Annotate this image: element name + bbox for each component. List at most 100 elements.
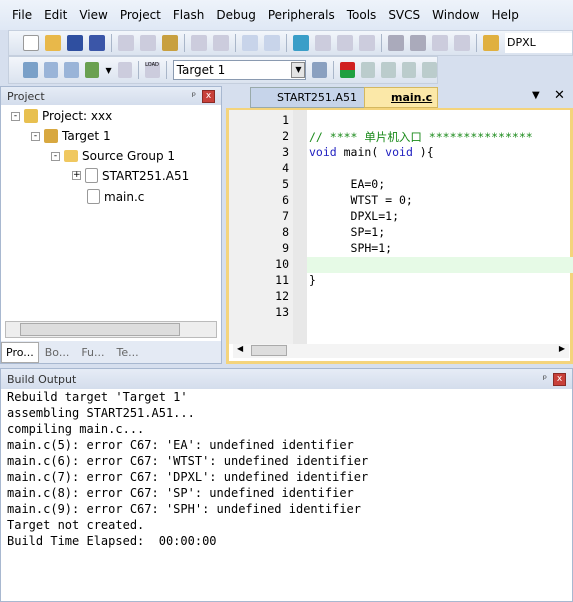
code-text: }: [309, 273, 316, 287]
scrollbar-thumb[interactable]: [20, 323, 180, 336]
horizontal-scrollbar[interactable]: [5, 321, 217, 338]
redo-icon[interactable]: [213, 35, 229, 51]
select-packs-icon[interactable]: [381, 62, 396, 78]
menu-peripherals[interactable]: Peripherals: [268, 8, 335, 22]
code-line[interactable]: 2 // **** 单片机入口 ***************: [229, 129, 573, 145]
chevron-down-icon[interactable]: ▼: [291, 62, 306, 78]
tab-functions[interactable]: Fu...: [75, 343, 110, 362]
pack-installer-icon[interactable]: [401, 62, 417, 78]
undo-icon[interactable]: [191, 35, 207, 51]
line-number: 3: [282, 145, 289, 159]
code-line[interactable]: 3 void main( void ){: [229, 145, 573, 161]
code-text: SP=1;: [309, 225, 386, 239]
tab-books[interactable]: Bo...: [39, 343, 76, 362]
tree-item-project[interactable]: - Project: xxx: [11, 109, 112, 123]
cut-icon[interactable]: [118, 35, 134, 51]
code-line[interactable]: 5 EA=0;: [229, 177, 573, 193]
uncomment-icon[interactable]: [454, 35, 470, 51]
menu-project[interactable]: Project: [120, 8, 161, 22]
back-icon[interactable]: [242, 35, 258, 51]
scroll-left-icon[interactable]: ◀: [237, 344, 243, 353]
paste-icon[interactable]: [162, 35, 178, 51]
line-number: 9: [282, 241, 289, 255]
code-line[interactable]: 4: [229, 161, 573, 177]
menu-debug[interactable]: Debug: [216, 8, 255, 22]
code-line[interactable]: 7 DPXL=1;: [229, 209, 573, 225]
find-in-files-icon[interactable]: [483, 35, 499, 51]
close-icon[interactable]: x: [553, 372, 566, 386]
tree-label: START251.A51: [102, 168, 190, 183]
chevron-down-icon[interactable]: ▼: [105, 66, 111, 75]
indent-icon[interactable]: [388, 35, 404, 51]
tree-item-file[interactable]: main.c: [87, 189, 144, 204]
panel-title: Build Output: [7, 372, 77, 386]
code-text: EA=0;: [309, 177, 386, 191]
find-input[interactable]: DPXL: [505, 33, 572, 53]
manage-environment-icon[interactable]: [422, 62, 437, 78]
clear-bookmarks-icon[interactable]: [359, 35, 375, 51]
project-panel-header: Project ᵖ x: [1, 87, 221, 105]
close-icon[interactable]: ✕: [554, 88, 565, 103]
tab-templates[interactable]: Te...: [111, 343, 145, 362]
unindent-icon[interactable]: [410, 35, 426, 51]
menu-tools[interactable]: Tools: [347, 8, 377, 22]
tab-main-c[interactable]: main.c: [364, 87, 438, 108]
code-line[interactable]: 9 SPH=1;: [229, 241, 573, 257]
open-icon[interactable]: [45, 35, 61, 51]
manage-books-icon[interactable]: [360, 62, 376, 78]
manage-components-icon[interactable]: [339, 62, 355, 78]
comment-icon[interactable]: [432, 35, 448, 51]
tree-item-group[interactable]: - Source Group 1: [51, 149, 175, 163]
line-number: 5: [282, 177, 289, 191]
code-line[interactable]: 11}: [229, 273, 573, 289]
project-tabs: Pro... Bo... Fu... Te...: [1, 341, 221, 363]
close-icon[interactable]: x: [202, 89, 215, 103]
chevron-down-icon[interactable]: ▼: [532, 90, 540, 101]
prev-bookmark-icon[interactable]: [315, 35, 331, 51]
code-line[interactable]: 8 SP=1;: [229, 225, 573, 241]
forward-icon[interactable]: [264, 35, 280, 51]
bookmark-icon[interactable]: [293, 35, 309, 51]
copy-icon[interactable]: [140, 35, 156, 51]
new-file-icon[interactable]: [23, 35, 39, 51]
scrollbar-thumb[interactable]: [251, 345, 287, 356]
tab-start251[interactable]: START251.A51: [250, 87, 368, 108]
code-line[interactable]: 1: [229, 113, 573, 129]
rebuild-icon[interactable]: [64, 62, 79, 78]
stop-build-icon[interactable]: [117, 62, 133, 78]
save-all-icon[interactable]: [89, 35, 105, 51]
code-line[interactable]: 13: [229, 305, 573, 321]
load-icon[interactable]: LOAD: [145, 62, 160, 78]
menu-svcs[interactable]: SVCS: [388, 8, 420, 22]
batch-build-icon[interactable]: [84, 62, 100, 78]
pin-icon[interactable]: ᵖ: [192, 91, 196, 102]
menu-window[interactable]: Window: [432, 8, 479, 22]
menu-flash[interactable]: Flash: [173, 8, 204, 22]
target-icon: [44, 129, 58, 143]
target-options-icon[interactable]: [312, 62, 327, 78]
code-line[interactable]: 12: [229, 289, 573, 305]
translate-icon[interactable]: [23, 62, 38, 78]
scroll-right-icon[interactable]: ▶: [559, 344, 565, 353]
tree-item-target[interactable]: - Target 1: [31, 129, 111, 143]
code-editor[interactable]: 1 2// **** 单片机入口 *************** 3 void mai…: [226, 108, 573, 364]
code-line[interactable]: 10: [229, 257, 573, 273]
next-bookmark-icon[interactable]: [337, 35, 353, 51]
menu-help[interactable]: Help: [491, 8, 518, 22]
menu-file[interactable]: File: [12, 8, 32, 22]
tree-label: Target 1: [62, 129, 111, 143]
build-icon[interactable]: [43, 62, 59, 78]
menu-view[interactable]: View: [79, 8, 107, 22]
code-line[interactable]: 6 WTST = 0;: [229, 193, 573, 209]
tab-project[interactable]: Pro...: [1, 341, 39, 363]
pin-icon[interactable]: ᵖ: [543, 374, 547, 385]
tree-item-file[interactable]: + START251.A51: [72, 168, 189, 183]
output-line: main.c(9): error C67: 'SPH': undefined i…: [7, 502, 362, 516]
output-line: main.c(8): error C67: 'SP': undefined id…: [7, 486, 354, 500]
menu-edit[interactable]: Edit: [44, 8, 67, 22]
editor-horizontal-scrollbar[interactable]: ◀ ▶: [233, 344, 569, 358]
build-output-header: Build Output ᵖ x: [1, 369, 572, 389]
target-select[interactable]: Target 1 ▼: [172, 60, 307, 80]
project-tree: - Project: xxx - Target 1 - Source Group 1 …: [1, 105, 221, 321]
save-icon[interactable]: [67, 35, 83, 51]
